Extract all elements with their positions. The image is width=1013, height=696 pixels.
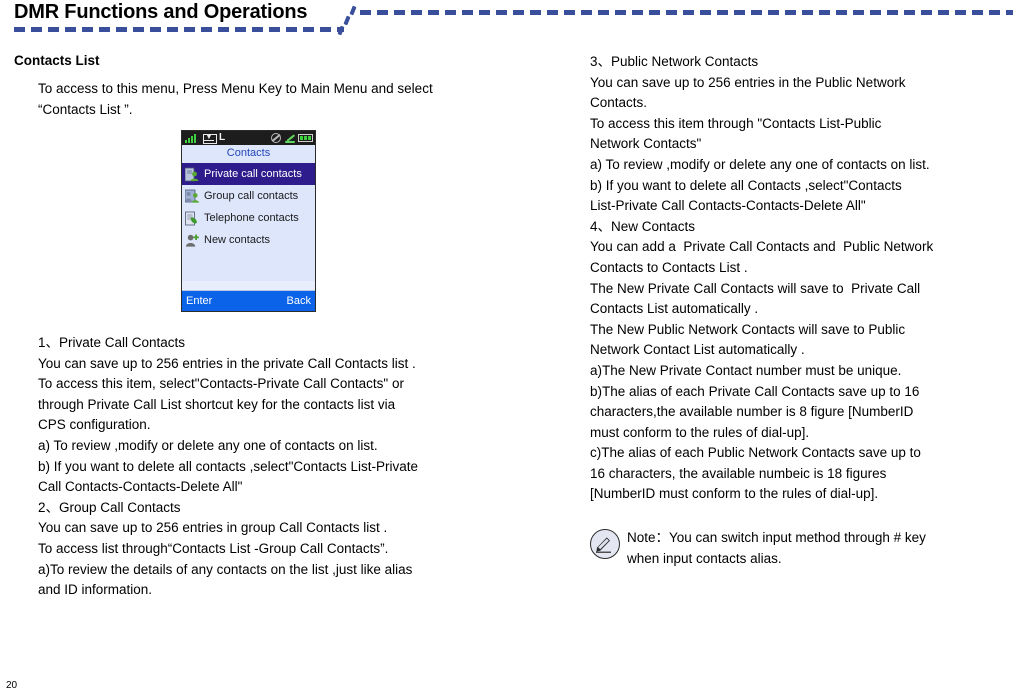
phone-menu-item-telephone-contacts[interactable]: Telephone contacts xyxy=(182,207,315,229)
body-line: 1、Private Call Contacts xyxy=(38,335,186,350)
phone-screen-title: Contacts xyxy=(182,145,315,162)
body-line: You can save up to 256 entries in group … xyxy=(38,520,388,536)
body-line: a) To review ,modify or delete any one o… xyxy=(590,156,930,172)
body-line: Contacts. xyxy=(590,95,648,111)
body-line: 2、Group Call Contacts xyxy=(38,499,181,515)
phone-menu-item-label: Private call contacts xyxy=(204,168,302,180)
body-line: characters,the available number is 8 fig… xyxy=(590,404,914,420)
body-line: To access this item, select"Contacts-Pri… xyxy=(38,376,404,392)
softkey-enter[interactable]: Enter xyxy=(186,291,212,311)
body-line: The New Public Network Contacts will sav… xyxy=(590,321,906,337)
body-line: must conform to the rules of dial-up]. xyxy=(590,424,810,440)
phone-softkey-bar: Enter Back xyxy=(182,291,315,311)
softkey-back[interactable]: Back xyxy=(287,291,311,311)
phone-menu-item-label: Group call contacts xyxy=(204,190,299,202)
right-column: 3、Public Network Contacts You can save u… xyxy=(590,52,1000,569)
body-line: a)The New Private Contact number must be… xyxy=(590,362,902,378)
phone-menu-item-private-call-contacts[interactable]: Private call contacts xyxy=(182,163,315,185)
phone-status-bar: ▼ L xyxy=(182,131,315,145)
body-line: Network Contacts" xyxy=(590,136,702,152)
phone-menu-item-label: Telephone contacts xyxy=(204,212,299,224)
body-line: a) To review ,modify or delete any one o… xyxy=(38,437,378,453)
note-box: Note：You can switch input method through… xyxy=(590,527,1000,569)
body-line: You can save up to 256 entries in the pr… xyxy=(38,355,416,371)
phone-menu-item-group-call-contacts[interactable]: Group call contacts xyxy=(182,185,315,207)
body-line: a)To review the details of any contacts … xyxy=(38,561,413,577)
no-entry-icon xyxy=(271,133,281,143)
contacts-list-intro: To access to this menu, Press Menu Key t… xyxy=(38,81,433,117)
phone-menu-list: Private call contacts Group call contact… xyxy=(182,162,315,281)
body-line: through Private Call List shortcut key f… xyxy=(38,396,396,412)
private-contact-icon xyxy=(184,167,200,182)
body-line: List-Private Call Contacts-Contacts-Dele… xyxy=(590,198,866,214)
body-line: and ID information. xyxy=(38,582,153,598)
body-line: You can save up to 256 entries in the Pu… xyxy=(590,74,906,90)
body-line: CPS configuration. xyxy=(38,417,151,433)
contacts-list-heading: Contacts List xyxy=(14,53,100,68)
body-line: To access list through“Contacts List -Gr… xyxy=(38,540,389,556)
note-text: Note：You can switch input method through… xyxy=(627,527,926,569)
body-line: Network Contact List automatically . xyxy=(590,342,805,358)
body-line: To access this item through "Contacts Li… xyxy=(590,115,882,131)
page-number: 20 xyxy=(6,680,18,691)
body-line: 3、Public Network Contacts xyxy=(590,54,759,69)
group-contact-icon xyxy=(184,189,200,204)
header-dashed-rule-top xyxy=(360,10,1013,15)
body-line: Contacts to Contacts List . xyxy=(590,259,748,275)
page-title: DMR Functions and Operations xyxy=(14,1,308,23)
antenna-icon xyxy=(285,134,295,143)
body-line: Contacts List automatically . xyxy=(590,301,759,317)
body-line: Call Contacts-Contacts-Delete All" xyxy=(38,479,243,495)
body-line: You can add a Private Call Contacts and … xyxy=(590,239,934,255)
envelope-icon-flap: ▼ xyxy=(205,132,213,141)
body-line: c)The alias of each Public Network Conta… xyxy=(590,445,921,461)
body-line: b) If you want to delete all contacts ,s… xyxy=(38,458,418,474)
body-line: b)The alias of each Private Call Contact… xyxy=(590,383,920,399)
right-column-body: 3、Public Network Contacts You can save u… xyxy=(590,52,1000,505)
note-line: Note：You can switch input method through… xyxy=(627,530,926,546)
new-contact-icon xyxy=(185,233,200,248)
phone-menu-item-new-contacts[interactable]: New contacts xyxy=(182,229,315,251)
left-column: Contacts List To access to this menu, Pr… xyxy=(14,52,514,597)
phone-menu-item-label: New contacts xyxy=(204,234,271,246)
header-dashed-connector xyxy=(337,5,361,36)
phone-screenshot-figure: ▼ L Contacts Private call contacts Group… xyxy=(181,130,316,312)
page-header: DMR Functions and Operations xyxy=(0,0,1013,44)
signal-bars-icon xyxy=(185,134,200,143)
note-line: when input contacts alias. xyxy=(627,551,782,567)
mode-label: L xyxy=(219,132,226,143)
battery-icon xyxy=(298,134,313,142)
telephone-contact-icon xyxy=(185,211,200,226)
body-line: 16 characters, the available numbeic is … xyxy=(590,465,887,481)
body-line: [NumberID must conform to the rules of d… xyxy=(590,486,879,502)
body-line: The New Private Call Contacts will save … xyxy=(590,280,921,296)
left-column-body: 1、Private Call Contacts You can save up … xyxy=(38,333,508,601)
header-dashed-rule-bottom xyxy=(14,27,344,32)
body-line: 4、New Contacts xyxy=(590,218,696,234)
body-line: b) If you want to delete all Contacts ,s… xyxy=(590,177,902,193)
pencil-note-icon xyxy=(590,529,620,560)
